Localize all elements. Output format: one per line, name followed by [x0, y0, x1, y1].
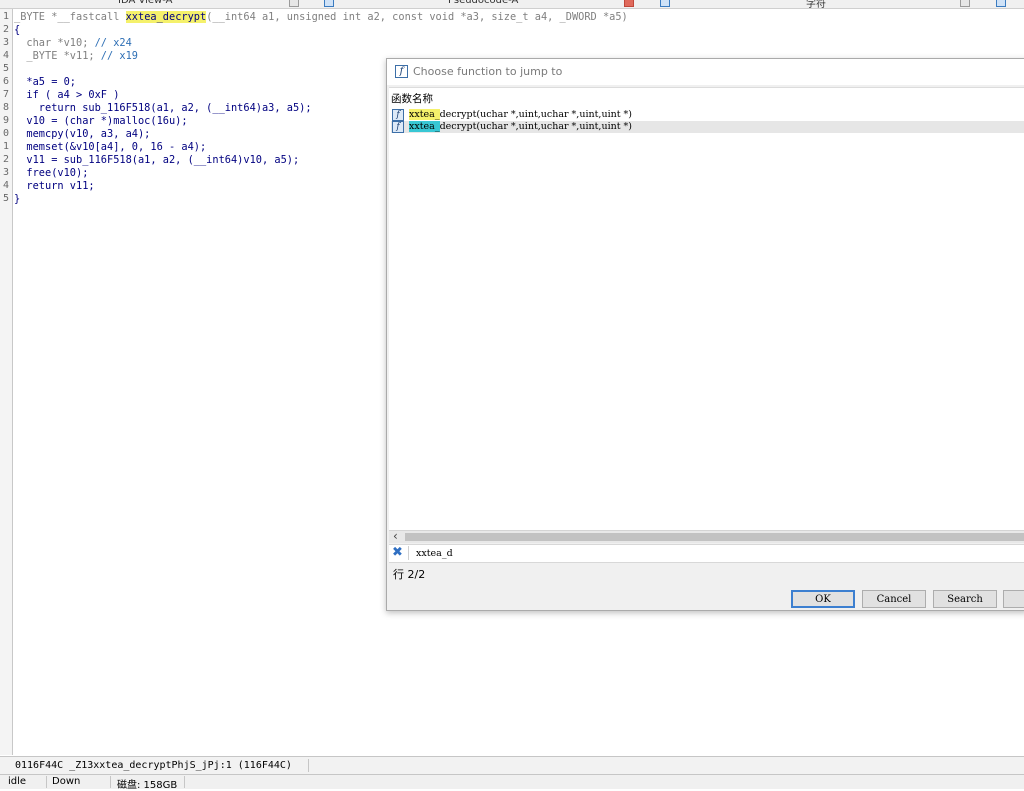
list-item-selected[interactable]: f xxtea_decrypt(uchar *,uint,uchar *,uin… — [391, 121, 1024, 133]
analysis-state: idle — [8, 776, 27, 787]
close-icon[interactable] — [624, 0, 634, 7]
code-line[interactable]: memset(&v10[a4], 0, 16 - a4); — [14, 141, 206, 154]
divider — [308, 759, 309, 772]
line-number: 5 — [2, 193, 9, 204]
search-direction[interactable]: Down — [52, 776, 80, 787]
divider — [110, 776, 111, 788]
declaration-comment: // x19 — [100, 50, 138, 62]
tab-pseudocode[interactable]: Pseudocode-A — [448, 0, 518, 8]
divider — [46, 776, 47, 788]
line-number: 2 — [2, 24, 9, 35]
line-number: 6 — [2, 76, 9, 87]
horizontal-scrollbar[interactable]: ‹ — [389, 529, 1024, 543]
declaration-line[interactable]: char *v10; // x24 — [14, 37, 132, 50]
filter-input[interactable] — [408, 546, 1024, 560]
window-icon — [996, 0, 1006, 7]
row-count: 行 2/2 — [393, 568, 426, 581]
close-icon[interactable] — [960, 0, 970, 7]
line-number: 3 — [2, 37, 9, 48]
line-number: 8 — [2, 102, 9, 113]
code-line[interactable]: if ( a4 > 0xF ) — [14, 89, 119, 102]
ok-button[interactable]: OK — [791, 590, 855, 608]
line-number: 1 — [2, 11, 9, 22]
app-status-bar: idle Down 磁盘: 158GB — [0, 775, 1024, 791]
code-line[interactable]: memcpy(v10, a3, a4); — [14, 128, 150, 141]
code-line[interactable]: v11 = sub_116F518(a1, a2, (__int64)v10, … — [14, 154, 299, 167]
divider — [184, 776, 185, 788]
close-brace: } — [14, 193, 21, 205]
function-list[interactable]: 函数名称 f xxtea_decrypt(uchar *,uint,uchar … — [389, 87, 1024, 531]
function-icon: f — [392, 109, 404, 121]
line-number: 3 — [2, 167, 9, 178]
list-item[interactable]: f xxtea_decrypt(uchar *,uint,uchar *,uin… — [391, 109, 1024, 121]
search-button[interactable]: Search — [933, 590, 997, 608]
strings-icon — [660, 0, 670, 7]
code-line[interactable]: *a5 = 0; — [14, 76, 76, 89]
match-highlight: xxtea_ — [409, 121, 440, 132]
help-button[interactable] — [1003, 590, 1024, 608]
line-number: 1 — [2, 141, 9, 152]
code-line[interactable]: v10 = (char *)malloc(16u); — [14, 115, 187, 128]
function-entry: xxtea_decrypt(uchar *,uint,uchar *,uint,… — [409, 109, 632, 121]
choose-function-dialog[interactable]: f Choose function to jump to 函数名称 f xxte… — [386, 58, 1024, 611]
line-number: 9 — [2, 115, 9, 126]
scroll-left-icon[interactable]: ‹ — [393, 529, 398, 543]
tab-bar: IDA View-A Pseudocode-A 字符 — [0, 0, 1024, 9]
dialog-title-bar[interactable]: f Choose function to jump to — [387, 59, 1024, 85]
function-signature-text: decrypt(uchar *,uint,uchar *,uint,uint *… — [439, 121, 633, 132]
signature-params: (__int64 a1, unsigned int a2, const void… — [206, 11, 628, 23]
pseudocode-icon — [324, 0, 334, 7]
declaration-comment: // x24 — [94, 37, 132, 49]
location-status-bar: 0116F44C _Z13xxtea_decryptPhjS_jPj:1 (11… — [0, 756, 1024, 775]
line-number: 5 — [2, 63, 9, 74]
function-icon: f — [392, 121, 404, 133]
line-number: 2 — [2, 154, 9, 165]
tab-strings[interactable]: 字符 — [806, 0, 826, 8]
line-number: 7 — [2, 89, 9, 100]
signature-prefix: _BYTE *__fastcall — [14, 11, 126, 23]
function-name[interactable]: xxtea_decrypt — [125, 11, 207, 23]
declaration-line[interactable]: _BYTE *v11; // x19 — [14, 50, 138, 63]
function-icon: f — [395, 65, 408, 78]
declaration-code: _BYTE *v11; — [14, 50, 101, 62]
function-signature[interactable]: _BYTE *__fastcall xxtea_decrypt(__int64 … — [14, 11, 628, 24]
dialog-title: Choose function to jump to — [413, 65, 563, 78]
scrollbar-thumb[interactable] — [405, 533, 1024, 541]
match-highlight: xxtea_ — [409, 109, 440, 120]
tab-ida-view[interactable]: IDA View-A — [118, 0, 172, 8]
line-number: 4 — [2, 50, 9, 61]
line-number-gutter: 1 2 3 4 5 6 7 8 9 0 1 2 3 4 5 — [0, 9, 13, 755]
function-signature-text: decrypt(uchar *,uint,uchar *,uint,uint *… — [439, 109, 633, 120]
function-entry: xxtea_decrypt(uchar *,uint,uchar *,uint,… — [409, 121, 632, 133]
clear-filter-icon[interactable]: ✖ — [392, 545, 403, 560]
code-line[interactable]: free(v10); — [14, 167, 88, 180]
location-text: 0116F44C _Z13xxtea_decryptPhjS_jPj:1 (11… — [15, 760, 292, 771]
code-line[interactable]: return sub_116F518(a1, a2, (__int64)a3, … — [14, 102, 312, 115]
declaration-code: char *v10; — [14, 37, 95, 49]
close-icon[interactable] — [289, 0, 299, 7]
line-number: 0 — [2, 128, 9, 139]
code-line[interactable]: return v11; — [14, 180, 94, 193]
open-brace: { — [14, 24, 21, 36]
cancel-button[interactable]: Cancel — [862, 590, 926, 608]
line-number: 4 — [2, 180, 9, 191]
column-header-function-name[interactable]: 函数名称 — [391, 91, 433, 106]
filter-bar: ✖ — [389, 544, 1024, 563]
